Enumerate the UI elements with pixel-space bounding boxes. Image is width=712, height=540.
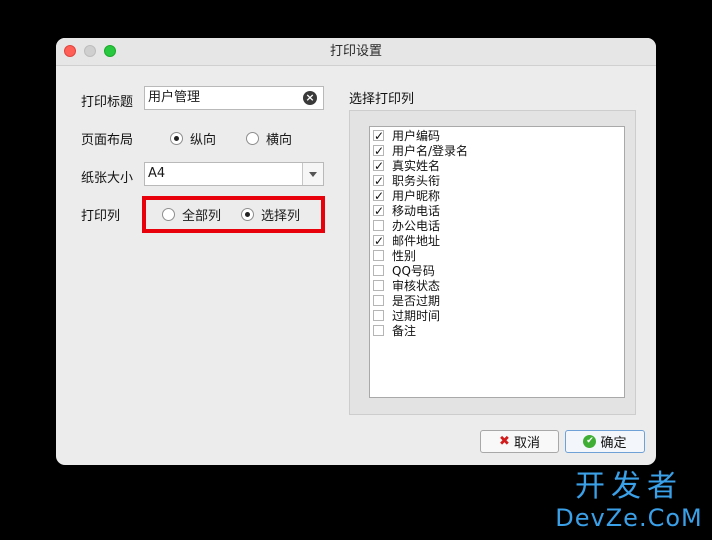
ok-label: 确定: [600, 436, 627, 451]
layout-landscape-label: 横向: [266, 133, 293, 148]
checkbox-checked-icon[interactable]: ✓: [373, 205, 384, 217]
list-item[interactable]: ✓ 移动电话: [370, 203, 624, 218]
cancel-button[interactable]: ✖ 取消: [480, 430, 559, 453]
ok-button[interactable]: ✔ 确定: [565, 430, 645, 453]
list-item[interactable]: 备注: [370, 323, 624, 338]
checkbox-checked-icon[interactable]: ✓: [373, 160, 384, 172]
list-item[interactable]: ✓ 用户编码: [370, 128, 624, 143]
checkbox-unchecked-icon[interactable]: [373, 310, 384, 321]
layout-portrait-radio[interactable]: 纵向: [170, 129, 216, 148]
list-item[interactable]: 是否过期: [370, 293, 624, 308]
window-title: 打印设置: [329, 44, 382, 59]
paper-size-select[interactable]: A4: [144, 162, 324, 186]
radio-unselected-icon: [162, 208, 175, 221]
list-item-label: 备注: [392, 324, 417, 338]
title-bar: 打印设置: [56, 38, 656, 66]
radio-selected-icon: [170, 132, 183, 145]
cancel-label: 取消: [513, 436, 540, 451]
checkbox-unchecked-icon[interactable]: [373, 280, 384, 291]
clear-icon[interactable]: ×: [303, 91, 317, 105]
watermark-en: DevZe.CoM: [555, 504, 703, 532]
checkbox-checked-icon[interactable]: ✓: [373, 130, 384, 142]
selected-columns-radio[interactable]: 选择列: [241, 205, 300, 224]
list-item[interactable]: ✓ 用户名/登录名: [370, 143, 624, 158]
radio-selected-icon: [241, 208, 254, 221]
column-checklist[interactable]: ✓ 用户编码 ✓ 用户名/登录名 ✓ 真实姓名 ✓ 职务头衔 ✓ 用户昵称 ✓ 移动电话 办公电话 ✓ 邮件…: [369, 126, 625, 398]
paper-size-value: A4: [148, 166, 166, 181]
list-item[interactable]: 办公电话: [370, 218, 624, 233]
print-settings-dialog: 打印设置 打印标题 用户管理 × 页面布局 纵向 横向 纸张大小 A4 打印列 …: [56, 38, 656, 465]
checkbox-unchecked-icon[interactable]: [373, 325, 384, 336]
checkbox-unchecked-icon[interactable]: [373, 220, 384, 231]
selected-columns-label: 选择列: [261, 209, 301, 224]
list-item[interactable]: ✓ 邮件地址: [370, 233, 624, 248]
radio-unselected-icon: [246, 132, 259, 145]
checkbox-unchecked-icon[interactable]: [373, 295, 384, 306]
close-icon: ✖: [499, 434, 510, 449]
paper-size-label: 纸张大小: [81, 171, 134, 186]
list-item[interactable]: QQ号码: [370, 263, 624, 278]
layout-landscape-radio[interactable]: 横向: [246, 129, 292, 148]
print-title-value: 用户管理: [148, 90, 201, 105]
list-item[interactable]: ✓ 职务头衔: [370, 173, 624, 188]
chevron-down-icon[interactable]: [302, 163, 323, 185]
checkbox-checked-icon[interactable]: ✓: [373, 145, 384, 157]
checkbox-checked-icon[interactable]: ✓: [373, 190, 384, 202]
column-group: ✓ 用户编码 ✓ 用户名/登录名 ✓ 真实姓名 ✓ 职务头衔 ✓ 用户昵称 ✓ 移动电话 办公电话 ✓ 邮件…: [349, 110, 636, 415]
print-title-label: 打印标题: [81, 95, 134, 110]
list-item[interactable]: 审核状态: [370, 278, 624, 293]
checkbox-unchecked-icon[interactable]: [373, 265, 384, 276]
list-item[interactable]: 性别: [370, 248, 624, 263]
column-group-title: 选择打印列: [349, 92, 415, 107]
all-columns-radio[interactable]: 全部列: [162, 205, 221, 224]
list-item[interactable]: 过期时间: [370, 308, 624, 323]
list-item[interactable]: ✓ 真实姓名: [370, 158, 624, 173]
all-columns-label: 全部列: [182, 209, 222, 224]
checkbox-checked-icon[interactable]: ✓: [373, 175, 384, 187]
checkbox-checked-icon[interactable]: ✓: [373, 235, 384, 247]
print-title-input[interactable]: 用户管理 ×: [144, 86, 324, 110]
list-item[interactable]: ✓ 用户昵称: [370, 188, 624, 203]
page-layout-label: 页面布局: [81, 133, 134, 148]
check-circle-icon: ✔: [583, 435, 597, 448]
checkbox-unchecked-icon[interactable]: [373, 250, 384, 261]
layout-portrait-label: 纵向: [190, 133, 217, 148]
watermark-cn: 开发者: [575, 469, 683, 504]
print-columns-label: 打印列: [81, 209, 121, 224]
watermark: 开发者 DevZe.CoM: [554, 469, 704, 533]
